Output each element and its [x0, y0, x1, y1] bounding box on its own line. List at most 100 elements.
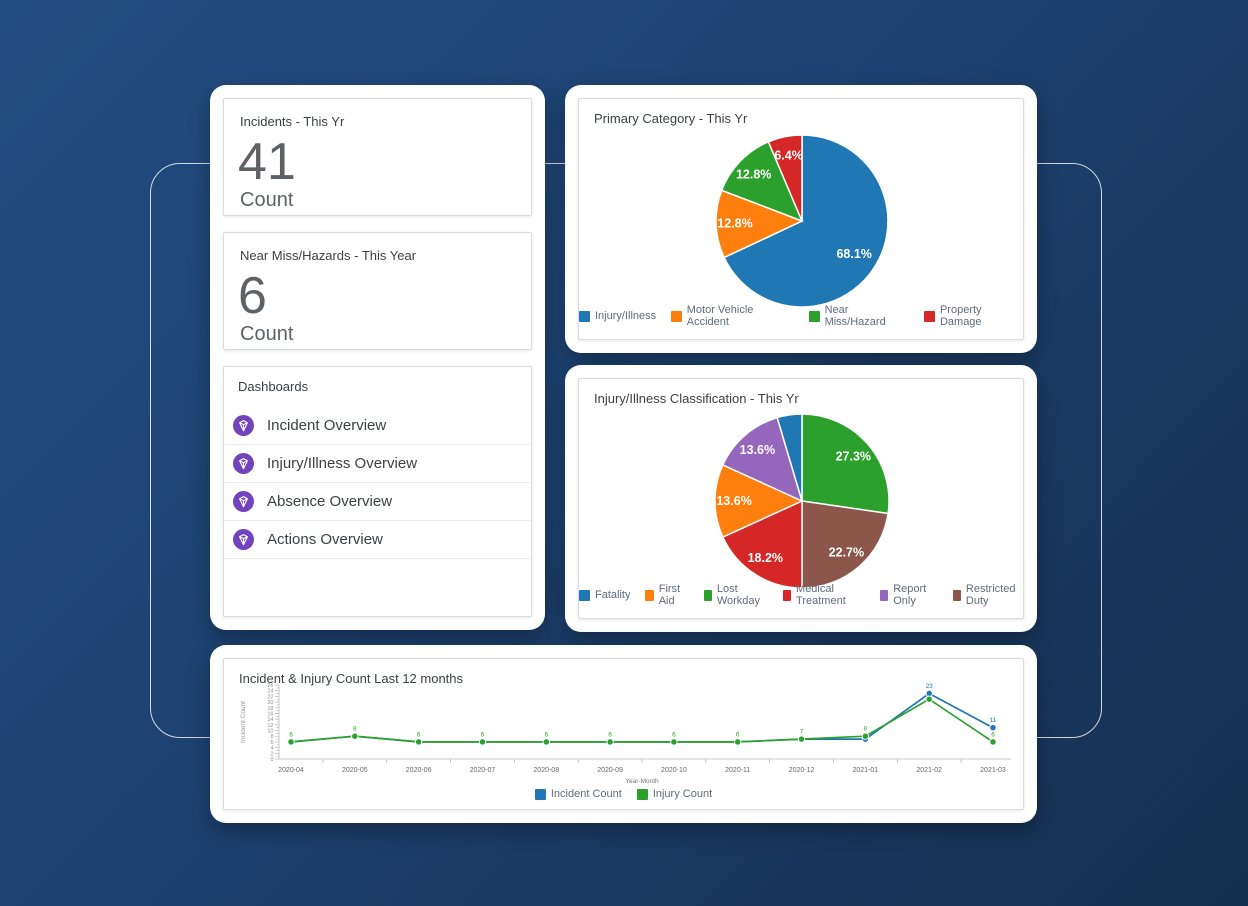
- legend-label: Lost Workday: [717, 583, 768, 607]
- svg-text:24: 24: [267, 689, 273, 695]
- kpi-card-incidents: Incidents - This Yr 41 Count: [223, 98, 532, 216]
- svg-text:8: 8: [864, 726, 868, 733]
- trend-legend: Incident Count Injury Count: [224, 788, 1023, 800]
- legend-swatch: [579, 311, 590, 322]
- svg-text:14: 14: [267, 717, 273, 723]
- incident-injury-trend-line-chart[interactable]: 024681012141618202224262020-042020-05202…: [236, 681, 1026, 789]
- dashboard-link-absence-overview[interactable]: Absence Overview: [224, 483, 531, 521]
- dashboard-gem-icon: [233, 529, 254, 550]
- svg-text:18: 18: [267, 706, 273, 712]
- legend-label: Injury/Illness: [595, 310, 656, 322]
- svg-text:6: 6: [417, 731, 421, 738]
- primary-category-legend: Injury/Illness Motor Vehicle Accident Near…: [579, 304, 1023, 328]
- svg-text:2020-07: 2020-07: [470, 767, 496, 774]
- svg-text:2020-05: 2020-05: [342, 767, 368, 774]
- svg-text:22.7%: 22.7%: [829, 545, 864, 559]
- legend-item[interactable]: Lost Workday: [704, 583, 768, 607]
- legend-swatch: [783, 590, 791, 601]
- legend-item[interactable]: Fatality: [579, 589, 630, 601]
- injury-classification-panel: Injury/Illness Classification - This Yr …: [565, 365, 1037, 632]
- legend-item[interactable]: Incident Count: [535, 788, 622, 800]
- legend-swatch: [535, 789, 546, 800]
- legend-label: Incident Count: [551, 788, 622, 800]
- left-panel: Incidents - This Yr 41 Count Near Miss/H…: [210, 85, 545, 630]
- dashboards-list: Incident Overview Injury/Illness Overvie…: [224, 407, 531, 559]
- kpi-title: Incidents - This Yr: [240, 114, 515, 129]
- legend-label: Near Miss/Hazard: [825, 304, 910, 328]
- svg-text:13.6%: 13.6%: [740, 443, 775, 457]
- svg-text:8: 8: [353, 726, 357, 733]
- legend-swatch: [704, 590, 712, 601]
- svg-text:6: 6: [270, 740, 273, 746]
- dashboard-link-label: Actions Overview: [267, 531, 383, 548]
- svg-text:2020-09: 2020-09: [597, 767, 623, 774]
- legend-item[interactable]: Motor Vehicle Accident: [671, 304, 794, 328]
- dashboards-card: Dashboards Incident Overview Injury/Illn…: [223, 366, 532, 617]
- svg-text:6: 6: [289, 731, 293, 738]
- svg-text:12.8%: 12.8%: [717, 216, 752, 230]
- svg-text:16: 16: [267, 711, 273, 717]
- dashboards-card-title: Dashboards: [224, 379, 531, 394]
- dashboard-link-injury-illness-overview[interactable]: Injury/Illness Overview: [224, 445, 531, 483]
- svg-text:6: 6: [672, 731, 676, 738]
- chart-title: Incident & Injury Count Last 12 months: [239, 671, 463, 686]
- legend-item[interactable]: Medical Treatment: [783, 583, 865, 607]
- dashboard-gem-icon: [233, 453, 254, 474]
- svg-text:2021-03: 2021-03: [980, 767, 1006, 774]
- svg-text:6: 6: [544, 731, 548, 738]
- legend-label: Property Damage: [940, 304, 1023, 328]
- dashboard-link-actions-overview[interactable]: Actions Overview: [224, 521, 531, 559]
- legend-item[interactable]: Restricted Duty: [953, 583, 1023, 607]
- legend-item[interactable]: Report Only: [880, 583, 938, 607]
- injury-classification-pie-chart[interactable]: 27.3% 22.7% 18.2% 13.6% 13.6%: [579, 404, 1025, 609]
- svg-text:18.2%: 18.2%: [748, 551, 783, 565]
- kpi-unit-label: Count: [240, 323, 515, 346]
- legend-item[interactable]: Property Damage: [924, 304, 1023, 328]
- legend-item[interactable]: Injury/Illness: [579, 310, 656, 322]
- kpi-card-near-miss: Near Miss/Hazards - This Year 6 Count: [223, 232, 532, 350]
- legend-swatch: [924, 311, 935, 322]
- svg-text:6: 6: [481, 731, 485, 738]
- svg-text:Incident Count: Incident Count: [240, 701, 247, 743]
- legend-label: Motor Vehicle Accident: [687, 304, 794, 328]
- svg-text:27.3%: 27.3%: [836, 450, 871, 464]
- legend-swatch: [637, 789, 648, 800]
- svg-text:20: 20: [267, 700, 273, 706]
- injury-classification-legend: Fatality First Aid Lost Workday Medical Tre…: [579, 583, 1023, 607]
- dashboard-link-incident-overview[interactable]: Incident Overview: [224, 407, 531, 445]
- svg-text:22: 22: [267, 694, 273, 700]
- svg-text:13.6%: 13.6%: [716, 494, 751, 508]
- legend-swatch: [953, 590, 961, 601]
- svg-text:2020-10: 2020-10: [661, 767, 687, 774]
- primary-category-pie-chart[interactable]: 68.1%12.8%12.8%6.4%: [579, 124, 1025, 329]
- svg-text:0: 0: [270, 757, 273, 763]
- svg-text:6: 6: [608, 731, 612, 738]
- kpi-value: 41: [238, 136, 515, 188]
- legend-label: Fatality: [595, 589, 630, 601]
- chart-title: Injury/Illness Classification - This Yr: [594, 391, 799, 406]
- kpi-value: 6: [238, 270, 515, 322]
- svg-text:2020-08: 2020-08: [533, 767, 559, 774]
- svg-text:6: 6: [991, 731, 995, 738]
- legend-swatch: [645, 590, 653, 601]
- svg-text:4: 4: [270, 746, 273, 752]
- kpi-unit-label: Count: [240, 189, 515, 212]
- legend-swatch: [671, 311, 682, 322]
- dashboard-link-label: Injury/Illness Overview: [267, 455, 417, 472]
- svg-text:12.8%: 12.8%: [736, 167, 771, 181]
- dashboard-gem-icon: [233, 491, 254, 512]
- legend-item[interactable]: First Aid: [645, 583, 688, 607]
- legend-item[interactable]: Near Miss/Hazard: [809, 304, 909, 328]
- svg-text:2020-11: 2020-11: [725, 767, 750, 774]
- legend-label: Medical Treatment: [796, 583, 865, 607]
- svg-text:2: 2: [270, 751, 273, 757]
- svg-text:6: 6: [736, 731, 740, 738]
- legend-item[interactable]: Injury Count: [637, 788, 712, 800]
- dashboard-gem-icon: [233, 415, 254, 436]
- svg-text:7: 7: [800, 729, 804, 736]
- dashboard-background: Incidents - This Yr 41 Count Near Miss/H…: [0, 0, 1248, 906]
- legend-swatch: [809, 311, 820, 322]
- svg-text:8: 8: [270, 734, 273, 740]
- primary-category-card: Primary Category - This Yr 68.1%12.8%12.…: [578, 98, 1024, 340]
- svg-text:2020-06: 2020-06: [406, 767, 432, 774]
